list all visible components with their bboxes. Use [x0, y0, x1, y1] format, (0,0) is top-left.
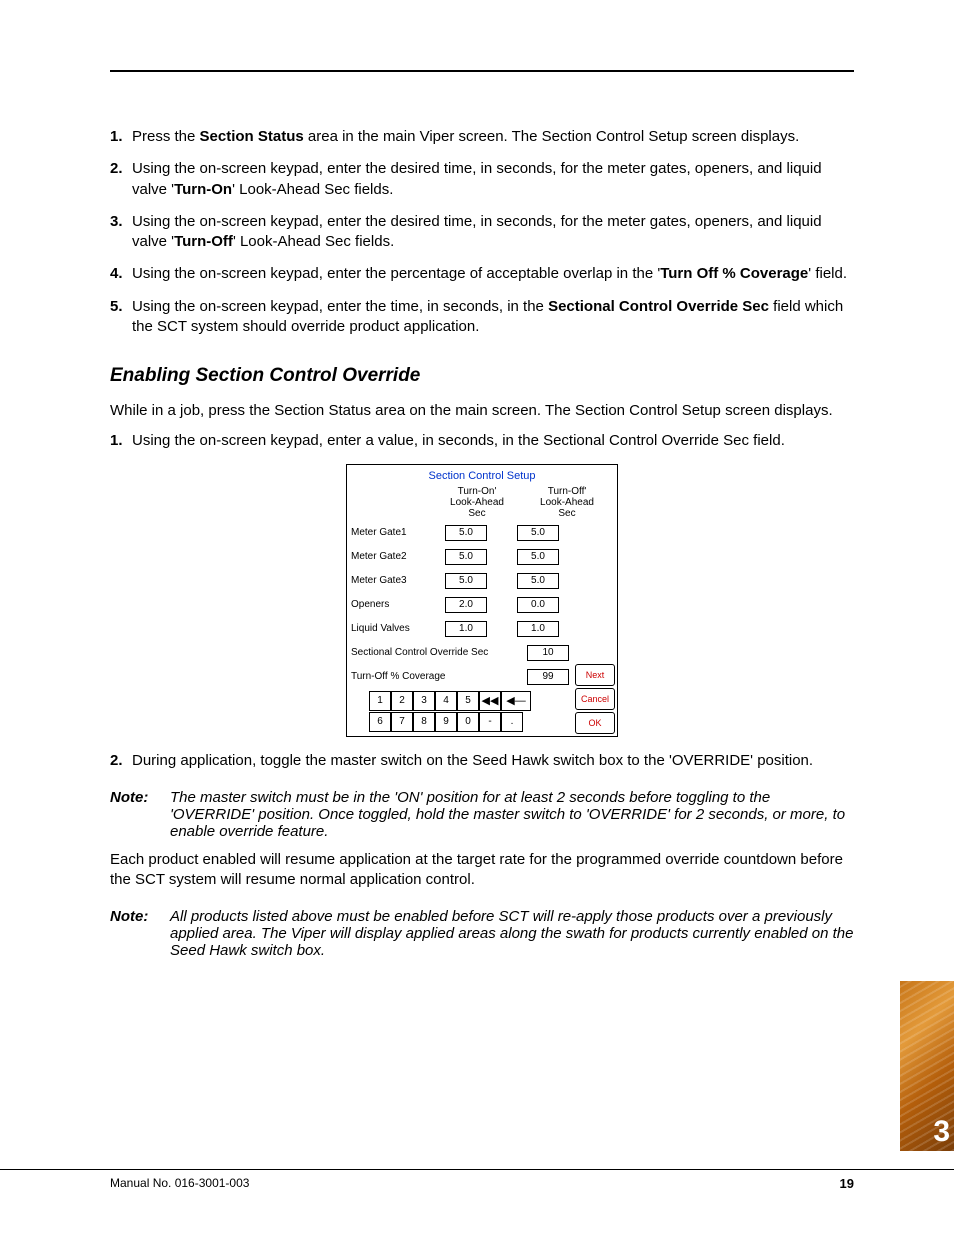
row-metergate1: Meter Gate1 5.0 5.0 — [351, 525, 613, 541]
key-back[interactable]: ◀— — [501, 691, 531, 711]
key-0[interactable]: 0 — [457, 712, 479, 732]
next-button[interactable]: Next — [575, 664, 615, 686]
row-metergate2: Meter Gate2 5.0 5.0 — [351, 549, 613, 565]
footer-page-num: 19 — [840, 1176, 854, 1191]
row-coverage: Turn-Off % Coverage 99 — [351, 669, 613, 685]
key-9[interactable]: 9 — [435, 712, 457, 732]
liquid-off[interactable]: 1.0 — [517, 621, 559, 637]
openers-off[interactable]: 0.0 — [517, 597, 559, 613]
chapter-number: 3 — [933, 1115, 950, 1149]
coverage-field[interactable]: 99 — [527, 669, 569, 685]
step-1: 1. Press the Section Status area in the … — [110, 127, 854, 147]
mg2-on[interactable]: 5.0 — [445, 549, 487, 565]
col-turn-on: Turn-On' Look-Ahead Sec — [441, 486, 513, 519]
cancel-button[interactable]: Cancel — [575, 688, 615, 710]
steps-list-1: 1. Press the Section Status area in the … — [110, 127, 854, 337]
key-dot[interactable]: . — [501, 712, 523, 732]
chapter-tab-deco: 3 — [900, 981, 954, 1151]
row-liquid: Liquid Valves 1.0 1.0 — [351, 621, 613, 637]
key-1[interactable]: 1 — [369, 691, 391, 711]
openers-on[interactable]: 2.0 — [445, 597, 487, 613]
key-5[interactable]: 5 — [457, 691, 479, 711]
page-footer: Manual No. 016-3001-003 19 — [0, 1169, 954, 1191]
sc-title: Section Control Setup — [351, 470, 613, 482]
mg2-off[interactable]: 5.0 — [517, 549, 559, 565]
key-minus[interactable]: - — [479, 712, 501, 732]
key-8[interactable]: 8 — [413, 712, 435, 732]
key-7[interactable]: 7 — [391, 712, 413, 732]
heading-override: Enabling Section Control Override — [110, 365, 854, 387]
row-override-sec: Sectional Control Override Sec 10 — [351, 645, 613, 661]
section-control-screenshot: Section Control Setup Turn-On' Look-Ahea… — [346, 464, 618, 737]
resume-text: Each product enabled will resume applica… — [110, 850, 854, 891]
override-step-2: 2. During application, toggle the master… — [110, 751, 854, 771]
override-intro: While in a job, press the Section Status… — [110, 401, 854, 421]
step-5: 5. Using the on-screen keypad, enter the… — [110, 297, 854, 338]
col-turn-off: Turn-Off' Look-Ahead Sec — [531, 486, 603, 519]
key-6[interactable]: 6 — [369, 712, 391, 732]
mg3-off[interactable]: 5.0 — [517, 573, 559, 589]
row-metergate3: Meter Gate3 5.0 5.0 — [351, 573, 613, 589]
step-3: 3. Using the on-screen keypad, enter the… — [110, 212, 854, 253]
key-2[interactable]: 2 — [391, 691, 413, 711]
step-2: 2. Using the on-screen keypad, enter the… — [110, 159, 854, 200]
key-3[interactable]: 3 — [413, 691, 435, 711]
key-4[interactable]: 4 — [435, 691, 457, 711]
step-4: 4. Using the on-screen keypad, enter the… — [110, 264, 854, 284]
ok-button[interactable]: OK — [575, 712, 615, 734]
mg1-off[interactable]: 5.0 — [517, 525, 559, 541]
note-1: Note: The master switch must be in the '… — [110, 789, 854, 840]
liquid-on[interactable]: 1.0 — [445, 621, 487, 637]
note-2: Note: All products listed above must be … — [110, 908, 854, 959]
override-step-1: 1. Using the on-screen keypad, enter a v… — [110, 431, 854, 451]
mg1-on[interactable]: 5.0 — [445, 525, 487, 541]
override-sec-field[interactable]: 10 — [527, 645, 569, 661]
mg3-on[interactable]: 5.0 — [445, 573, 487, 589]
footer-manual-no: Manual No. 016-3001-003 — [110, 1176, 249, 1191]
row-openers: Openers 2.0 0.0 — [351, 597, 613, 613]
key-back-all[interactable]: ◀◀ — [479, 691, 501, 711]
